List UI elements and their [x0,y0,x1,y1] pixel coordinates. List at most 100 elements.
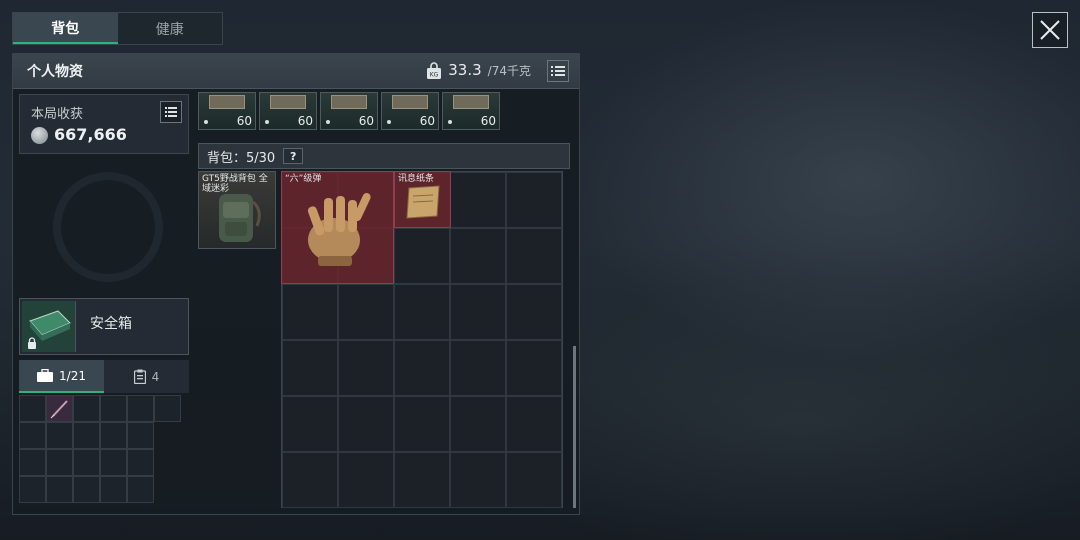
safebox-cell[interactable] [100,476,127,503]
round-harvest-box: 本局收获 667,666 [19,94,189,154]
item-glove[interactable]: “六”级弹 [281,171,394,284]
safebox-image [22,301,76,352]
grid-cell[interactable] [394,340,450,396]
briefcase-icon [37,369,54,382]
coin-icon [31,127,48,144]
ammo-item[interactable]: 60 [381,92,439,130]
safebox-cell[interactable] [73,476,100,503]
grid-cell[interactable] [282,340,338,396]
grid-cell[interactable] [394,284,450,340]
tab-safebox-items[interactable]: 1/21 [19,360,104,393]
clipboard-icon [133,369,146,384]
grid-cell[interactable] [394,452,450,508]
close-button[interactable] [1032,12,1068,48]
top-tab-bar: 背包 健康 [12,12,223,45]
grid-cell[interactable] [450,452,506,508]
tab-safebox-list[interactable]: 4 [104,360,189,393]
grid-cell[interactable] [282,396,338,452]
ammo-qty: 60 [236,114,252,128]
grid-cell[interactable] [506,452,562,508]
grid-cell[interactable] [282,452,338,508]
panel-header: 个人物资 KG 33.3 /74千克 [13,54,579,89]
grid-cell[interactable] [506,228,562,284]
safebox-cell[interactable] [19,422,46,449]
glove-icon [307,193,371,266]
safebox-cell[interactable] [19,449,46,476]
grid-cell[interactable] [506,172,562,228]
weight-icon: KG [427,61,442,79]
grid-cell[interactable] [338,340,394,396]
safebox-cell[interactable] [46,422,73,449]
tab-safebox-items-label: 1/21 [59,368,86,383]
grid-cell[interactable] [394,396,450,452]
lock-icon [28,337,36,349]
ammo-box-icon [209,95,245,109]
backpack-icon [219,194,261,242]
note-icon [406,185,440,219]
list-icon [165,107,177,117]
tab-health[interactable]: 健康 [118,13,223,44]
safebox-cell[interactable] [100,422,127,449]
ammo-row: 60 60 60 60 60 [198,92,500,130]
tab-safebox-list-label: 4 [151,369,160,384]
harvest-menu-button[interactable] [160,101,182,123]
safebox-cell[interactable] [19,395,46,422]
safebox-item-syringe[interactable] [46,395,73,422]
grid-cell[interactable] [450,284,506,340]
safebox-cell[interactable] [127,395,154,422]
safebox-cell[interactable] [100,449,127,476]
help-button[interactable]: ? [283,148,304,164]
safebox-cell[interactable] [73,449,100,476]
harvest-value: 667,666 [54,125,127,144]
sort-menu-button[interactable] [547,60,569,82]
grid-cell[interactable] [338,396,394,452]
ammo-qty: 60 [358,114,374,128]
grid-cell[interactable] [450,228,506,284]
grid-cell[interactable] [282,284,338,340]
safebox-cell[interactable] [46,449,73,476]
safebox-label: 安全箱 [90,316,132,332]
grid-cell[interactable] [506,396,562,452]
tab-backpack[interactable]: 背包 [13,13,118,44]
weight-current: 33.3 [448,61,482,79]
faction-emblem-watermark [53,172,163,282]
grid-cell[interactable] [394,228,450,284]
safebox-cell[interactable] [100,395,127,422]
grid-cell[interactable] [506,284,562,340]
ammo-item[interactable]: 60 [320,92,378,130]
harvest-title: 本局收获 [31,107,84,122]
inventory-scrollbar[interactable] [573,346,576,508]
safebox-cell[interactable] [127,476,154,503]
safebox-slot[interactable]: 安全箱 [19,298,189,355]
svg-text:KG: KG [430,71,439,78]
grid-cell[interactable] [450,172,506,228]
syringe-icon [50,400,68,419]
ammo-item[interactable]: 60 [198,92,256,130]
grid-cell[interactable] [338,284,394,340]
ammo-box-icon [331,95,367,109]
ammo-item[interactable]: 60 [442,92,500,130]
grid-cell[interactable] [450,396,506,452]
safebox-grid [19,395,181,503]
ammo-box-icon [270,95,306,109]
panel-title: 个人物资 [27,64,83,80]
equipped-backpack-slot[interactable]: GT5野战背包 全域迷彩 [198,171,276,249]
safebox-cell[interactable] [46,476,73,503]
safebox-cell[interactable] [127,422,154,449]
personal-supplies-panel: 个人物资 KG 33.3 /74千克 本局收获 667,666 安全箱 1/21… [12,53,580,515]
safebox-cell[interactable] [73,422,100,449]
backpack-capacity: 背包：5/30 [207,150,276,166]
ammo-item[interactable]: 60 [259,92,317,130]
grid-cell[interactable] [450,340,506,396]
backpack-capacity-bar: 背包：5/30 ? [198,143,570,169]
safebox-cell[interactable] [127,449,154,476]
safebox-cell[interactable] [154,395,181,422]
ammo-box-icon [453,95,489,109]
safebox-cell[interactable] [19,476,46,503]
safebox-cell[interactable] [73,395,100,422]
weight-indicator: KG 33.3 /74千克 [426,61,531,79]
grid-cell[interactable] [506,340,562,396]
grid-cell[interactable] [338,452,394,508]
close-icon [1040,20,1060,40]
item-message-note[interactable]: 讯息纸条 [394,171,451,228]
